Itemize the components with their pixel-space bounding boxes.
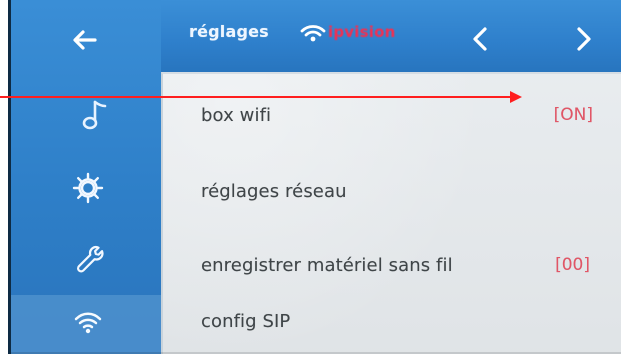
menu-item-label: config SIP xyxy=(201,310,291,332)
menu-item-value: [00] xyxy=(555,255,590,275)
wifi-sidebar-icon[interactable] xyxy=(69,303,107,341)
network-status-text: ipvision xyxy=(328,23,396,41)
menu-item-register-wireless-device[interactable]: enregistrer matériel sans fil [00] xyxy=(201,243,611,287)
menu-item-label: réglages réseau xyxy=(201,180,347,202)
music-note-icon[interactable] xyxy=(73,96,111,134)
gear-icon[interactable] xyxy=(69,169,107,207)
wrench-icon[interactable] xyxy=(71,240,109,278)
page-title: réglages xyxy=(189,22,269,41)
menu-item-value: [ON] xyxy=(553,105,593,125)
chevron-left-icon[interactable] xyxy=(463,21,499,57)
device-screen: réglages ipvision box wifi [ON] réglages… xyxy=(8,0,621,354)
chevron-right-icon[interactable] xyxy=(565,21,601,57)
menu-item-label: box wifi xyxy=(201,104,272,126)
wifi-icon xyxy=(300,23,326,43)
menu-item-network-settings[interactable]: réglages réseau xyxy=(201,169,611,213)
menu-item-box-wifi[interactable]: box wifi [ON] xyxy=(201,93,611,137)
annotation-arrowhead-icon xyxy=(510,91,522,103)
menu-item-config-sip[interactable]: config SIP xyxy=(201,299,611,343)
back-arrow-icon[interactable] xyxy=(67,22,103,58)
menu-item-label: enregistrer matériel sans fil xyxy=(201,254,453,276)
annotation-arrow-line xyxy=(0,96,515,98)
